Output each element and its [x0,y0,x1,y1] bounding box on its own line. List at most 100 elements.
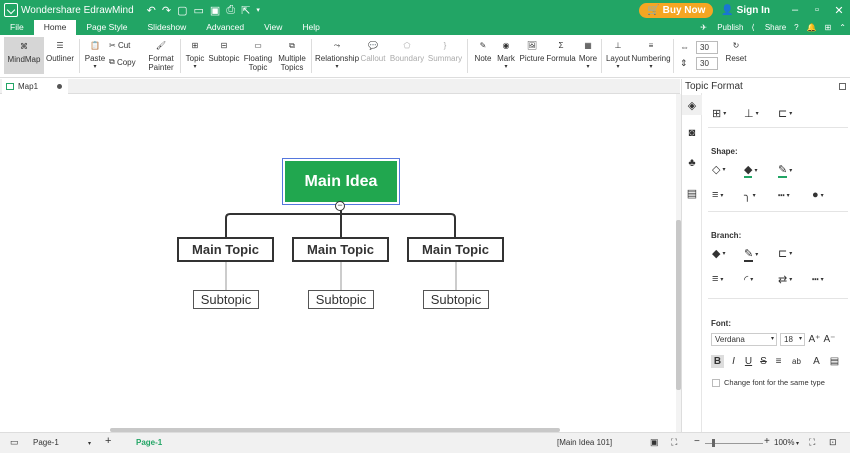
main-idea-node[interactable]: Main Idea [282,158,400,205]
summary-button[interactable]: } Summary [428,38,462,64]
picture-button[interactable]: 🖼 Picture [518,38,546,64]
menu-file[interactable]: File [0,20,34,35]
paste-dropdown-icon[interactable]: ▾ [93,63,96,72]
fill-color-icon[interactable]: ◆ ▾ [744,163,757,178]
layout-dropdown-icon[interactable]: ▾ [616,63,619,72]
branch-weight-icon[interactable]: ≡ ▾ [712,273,723,285]
shape-diamond-icon[interactable]: ◇ ▾ [712,163,725,176]
save-icon[interactable]: ▣ [210,4,220,17]
subtopic-button[interactable]: ⊟ Subtopic [208,38,240,64]
notification-icon[interactable]: 🔔 [807,23,817,32]
collapse-ribbon-icon[interactable]: ⌃ [839,23,846,32]
new-file-icon[interactable]: ▢ [177,4,187,17]
subtopic-node[interactable]: Subtopic [193,290,259,309]
fit-width-icon[interactable]: ⛶ [671,437,677,448]
align-icon[interactable]: ≡ [772,355,785,368]
floating-topic-button[interactable]: ▭ Floating Topic [243,38,273,73]
callout-button[interactable]: 💬 Callout [360,38,386,64]
paste-button[interactable]: 📋 Paste ▾ [84,38,106,72]
numbering-button[interactable]: ≡ Numbering ▾ [631,38,670,72]
menu-slideshow[interactable]: Slideshow [138,20,197,35]
mark-panel-icon[interactable]: ◙ [682,123,702,143]
apps-icon[interactable]: ⊞ [825,23,832,32]
copy-button[interactable]: ⧉ Copy [109,57,136,67]
page-select[interactable]: Page-1 [33,438,59,447]
branch-color-icon[interactable]: ✎ ▾ [744,247,758,262]
format-paint-icon[interactable]: ◈ [682,95,702,115]
menu-page-style[interactable]: Page Style [76,20,137,35]
page-panel-icon[interactable]: ▭ [10,437,19,448]
format-painter-button[interactable]: 🖌 Format Painter [147,38,175,73]
note-button[interactable]: ✎ Note [472,38,494,64]
zoom-level[interactable]: 100% [774,438,794,447]
undo-icon[interactable]: ↶ [147,4,156,17]
collapse-panel-icon[interactable]: ⊡ [829,437,837,448]
more-button[interactable]: ▦ More ▾ [578,38,598,72]
fit-page-icon[interactable]: ▣ [650,437,659,448]
branch-dash-icon[interactable]: ┅ ▾ [812,273,824,286]
help-icon[interactable]: ? [794,23,798,32]
zoom-in-icon[interactable]: + [764,436,770,447]
numbering-dropdown-icon[interactable]: ▾ [649,63,652,72]
relationship-button[interactable]: ⤳ Relationship ▾ [315,38,359,72]
menu-home[interactable]: Home [33,20,77,35]
fullscreen-icon[interactable]: ⛶ [809,437,815,448]
open-folder-icon[interactable]: ▭ [194,4,204,17]
connector-style-icon[interactable]: ⊏ ▾ [778,107,792,120]
branch-arrow-icon[interactable]: ⇄ ▾ [778,273,792,286]
font-family-select[interactable]: Verdana ▾ [711,333,777,346]
shadow-icon[interactable]: ● ▾ [812,189,824,201]
topic-button[interactable]: ⊞ Topic ▾ [184,38,206,72]
buy-now-button[interactable]: 🛒 Buy Now [639,2,714,18]
sign-in-button[interactable]: 👤 Sign In [721,5,770,16]
font-size-select[interactable]: 18 ▾ [780,333,805,346]
zoom-slider-handle[interactable] [712,439,715,447]
structure-tree-icon[interactable]: ⊥ ▾ [744,107,759,120]
zoom-out-icon[interactable]: − [694,436,700,447]
publish-button[interactable]: ✈ Publish [700,23,743,32]
corner-style-icon[interactable]: ╮ ▾ [744,189,756,202]
text-format-more-icon[interactable]: ▤ [828,355,841,368]
unsaved-dot-icon[interactable] [57,84,62,89]
collapse-toggle-icon[interactable]: − [335,201,345,211]
branch-fill-icon[interactable]: ◆ ▾ [712,247,725,260]
text-highlight-icon[interactable]: ab [790,355,803,368]
cut-button[interactable]: ✂ Cut [109,41,130,50]
border-dash-icon[interactable]: ┅ ▾ [778,189,790,202]
strikethrough-icon[interactable]: S [757,355,770,368]
horizontal-spacing-input[interactable]: 30 [696,41,718,54]
relationship-dropdown-icon[interactable]: ▾ [335,63,338,72]
main-topic-node[interactable]: Main Topic [407,237,504,262]
formula-button[interactable]: Σ Formula [546,38,576,64]
vertical-spacing-input[interactable]: 30 [696,57,718,70]
outliner-button[interactable]: ☰ Outliner [45,38,75,64]
subtopic-node[interactable]: Subtopic [308,290,374,309]
quick-access-dropdown-icon[interactable]: ▾ [256,6,260,14]
boundary-button[interactable]: ⬠ Boundary [389,38,425,64]
menu-advanced[interactable]: Advanced [196,20,254,35]
page-tab-1[interactable]: Page-1 [136,438,162,447]
branch-connector-icon[interactable]: ⊏ ▾ [778,247,792,260]
subtopic-node[interactable]: Subtopic [423,290,489,309]
maximize-icon[interactable]: ▫ [806,4,828,16]
border-weight-icon[interactable]: ≡ ▾ [712,189,723,201]
mindmap-button[interactable]: ⌘ MindMap [4,37,44,74]
close-icon[interactable]: ✕ [828,4,850,17]
page-dropdown-icon[interactable]: ▾ [88,440,91,447]
mark-dropdown-icon[interactable]: ▾ [504,63,507,72]
structure-grid-icon[interactable]: ⊞ ▾ [712,107,726,120]
underline-icon[interactable]: U [742,355,755,368]
clipart-icon[interactable]: ♣ [682,153,702,173]
share-button[interactable]: ⟨ Share [751,23,786,32]
topic-dropdown-icon[interactable]: ▾ [193,63,196,72]
task-calendar-icon[interactable]: ▤ [682,183,702,203]
branch-curve-icon[interactable]: ◜ ▾ [744,273,753,286]
more-dropdown-icon[interactable]: ▾ [586,63,589,72]
font-color-icon[interactable]: A [810,355,823,368]
menu-help[interactable]: Help [292,20,329,35]
main-topic-node[interactable]: Main Topic [292,237,389,262]
border-color-icon[interactable]: ✎ ▾ [778,163,792,178]
main-topic-node[interactable]: Main Topic [177,237,274,262]
multiple-topics-button[interactable]: ⧉ Multiple Topics [276,38,308,73]
tab-map1[interactable]: Map1 [2,79,68,94]
